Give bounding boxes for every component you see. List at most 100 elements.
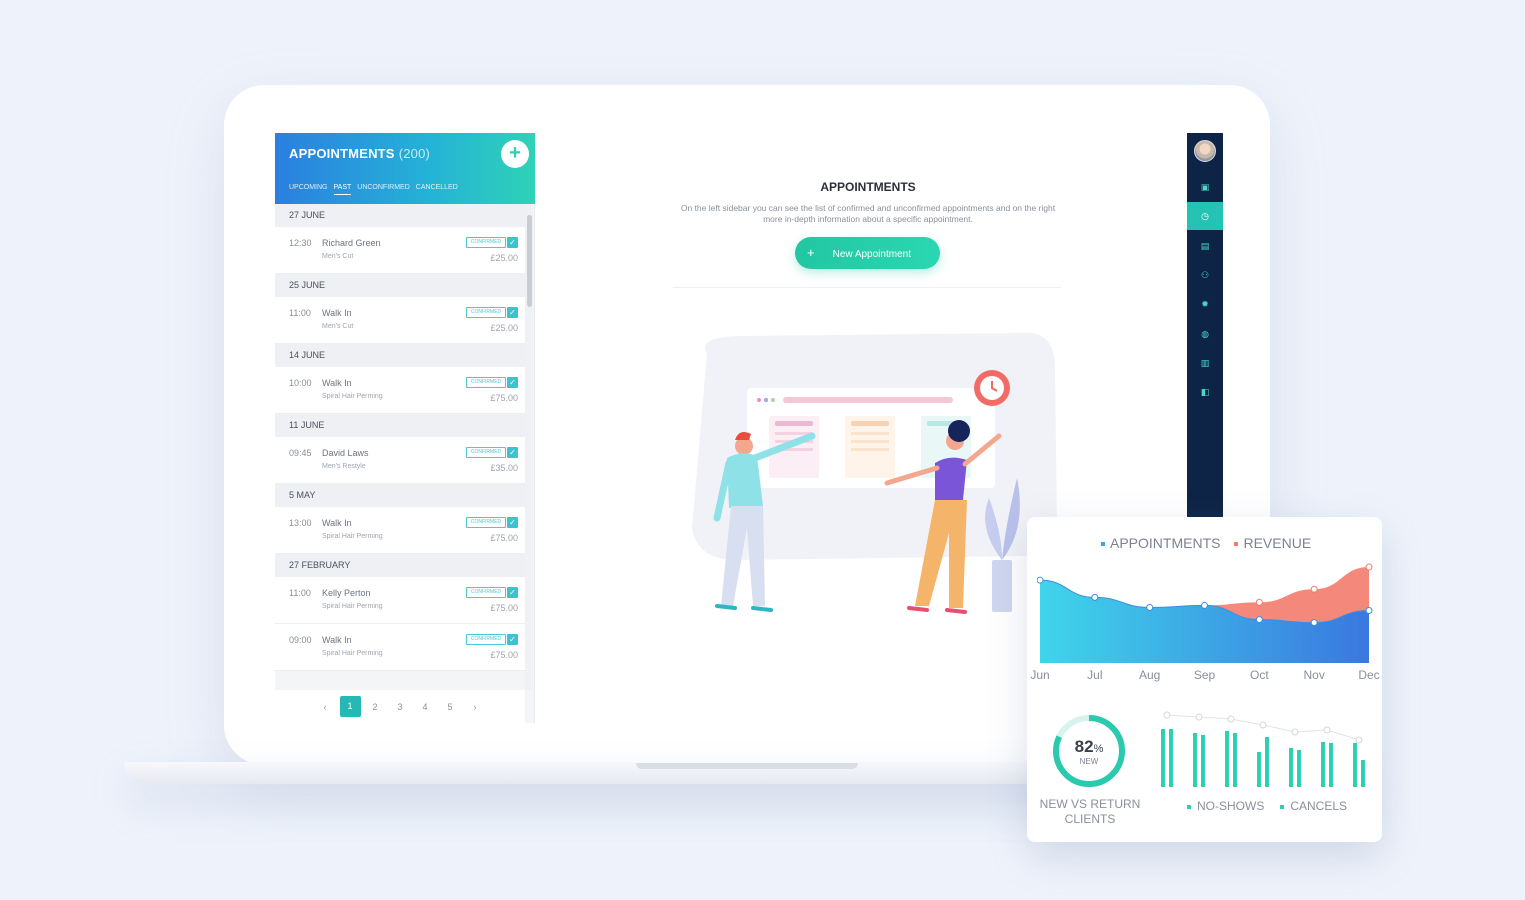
noshows-bar [1161,729,1165,787]
legend-label: REVENUE [1243,535,1312,551]
appointment-time: 11:00 [289,588,311,598]
nav-list-icon[interactable]: ▤ [1187,232,1223,260]
status-badge: CONFIRMED [466,587,506,598]
donut-subtitle: NEW [1079,757,1099,766]
appointment-row[interactable]: 12:30 Richard Green Men's Cut £25.00 CONFIRM… [275,227,525,274]
trend-point [1227,715,1235,723]
legend-dot [1234,542,1239,547]
nav-users-icon[interactable]: ⚇ [1187,261,1223,289]
nav-globe-icon[interactable]: ◍ [1187,320,1223,348]
donut-value: 82% [1074,737,1104,756]
add-appointment-button[interactable]: + [501,140,529,168]
nav-wallet-icon[interactable]: ◧ [1187,378,1223,406]
bar-legend-dot [1187,804,1191,809]
sidebar-header: APPOINTMENTS (200) + UPCOMING PAST UNCONFIR… [275,133,535,204]
appointment-row[interactable]: 11:00 Walk In Men's Cut £25.00 CONFIRMED ✓ [275,297,525,344]
page-5-button[interactable]: 5 [438,702,463,712]
check-icon[interactable]: ✓ [507,377,518,388]
appointments-sidebar: APPOINTMENTS (200) + UPCOMING PAST UNCONFIR… [275,133,535,723]
bar-legend-dot [1280,804,1285,809]
page-number: 5 [447,701,453,712]
revenue-point [1365,563,1373,571]
check-icon[interactable]: ✓ [507,587,518,598]
legend-item: REVENUE [1234,535,1311,551]
legend-label: APPOINTMENTS [1110,535,1221,551]
client-name: Walk In [322,518,352,528]
page-2-button[interactable]: 2 [363,702,388,712]
sidebar-title: APPOINTMENTS (200) [289,146,430,161]
month-tick-label: Jul [1087,668,1103,682]
check-icon[interactable]: ✓ [507,447,518,458]
status-badge: CONFIRMED [466,307,506,318]
tab-past[interactable]: PAST [333,184,352,195]
cancels-bar [1297,750,1301,787]
prev-page-button[interactable]: ‹ [313,702,338,712]
cancels-bar [1201,735,1205,787]
tab-cancelled[interactable]: CANCELLED [416,184,458,195]
legend-dot [1101,542,1105,547]
noshows-bar [1289,748,1293,787]
check-icon[interactable]: ✓ [507,634,518,645]
donut-label: NEW VS RETURN CLIENTS [1039,797,1141,826]
nav-calendar-icon[interactable]: ▣ [1187,173,1223,201]
appointment-tabs: UPCOMING PAST UNCONFIRMED CANCELLED [289,184,458,195]
service-name: Men's Cut [322,253,354,260]
appointment-row[interactable]: 09:45 David Laws Men's Restyle £35.00 CONFIR… [275,437,525,484]
appointment-row[interactable]: 13:00 Walk In Spiral Hair Perming £75.00 CON… [275,507,525,554]
noshows-bar [1353,743,1357,787]
trend-point [1355,736,1363,744]
check-icon[interactable]: ✓ [507,307,518,318]
check-icon[interactable]: ✓ [507,517,518,528]
bar-legend-item: CANCELS [1280,799,1347,813]
page-title: APPOINTMENTS [820,180,916,194]
service-name: Spiral Hair Perming [322,603,383,610]
month-tick-label: Dec [1358,668,1380,682]
tab-upcoming[interactable]: UPCOMING [289,184,328,195]
user-avatar[interactable] [1194,140,1216,162]
sidebar-title-text: APPOINTMENTS [289,146,395,161]
appointment-time: 09:00 [289,635,312,645]
appointment-row[interactable]: 10:00 Walk In Spiral Hair Perming £75.00 CON… [275,367,525,414]
page-4-button[interactable]: 4 [413,702,438,712]
page-1-button[interactable]: 1 [338,696,363,717]
new-appointment-label: New Appointment [832,249,911,260]
bar-legend-item: NO-SHOWS [1187,799,1264,813]
nav-gear-icon[interactable]: ✹ [1187,290,1223,318]
date-group-header: 27 JUNE [275,204,525,227]
tab-unconfirmed[interactable]: UNCONFIRMED [357,184,410,195]
status-badge: CONFIRMED [466,237,506,248]
cancels-bar [1169,729,1173,787]
plus-icon: + [807,245,815,260]
new-appointment-button[interactable]: + New Appointment [795,237,940,269]
next-page-button[interactable]: › [463,702,488,712]
appointment-row[interactable]: 11:00 Kelly Perton Spiral Hair Perming £75.… [275,577,525,624]
nav-chart-icon[interactable]: ▥ [1187,349,1223,377]
date-group-header: 27 FEBRUARY [275,554,525,577]
chart-legend: APPOINTMENTS REVENUE [1101,535,1311,551]
analytics-card: APPOINTMENTS REVENUE Jun Jul Aug Sep Oct Nov De… [1027,517,1382,842]
chart-x-axis: Jun Jul Aug Sep Oct Nov Dec [1027,668,1382,684]
nav-clock-icon[interactable]: ◷ [1187,202,1223,231]
trend-point [1259,721,1267,729]
appointments-point [1201,601,1208,609]
service-name: Men's Restyle [322,463,366,470]
trend-point [1323,726,1331,734]
appointment-row[interactable]: 09:00 Walk In Spiral Hair Perming £75.00 CON… [275,624,525,671]
appointments-illustration-icon [692,333,1057,614]
scrollbar-thumb[interactable] [527,215,532,307]
check-icon[interactable]: ✓ [507,237,518,248]
divider [673,287,1061,288]
page-description: On the left sidebar you can see the list… [680,203,1056,224]
appointment-price: £75.00 [490,393,518,403]
client-name: Richard Green [322,238,381,248]
appointment-time: 10:00 [289,378,312,388]
trend-point [1163,711,1171,719]
appointments-point [1255,616,1263,624]
bar-legend-label: CANCELS [1290,799,1348,813]
trend-point [1195,713,1203,721]
page-number: 3 [397,701,403,712]
appointments-point [1091,593,1099,601]
legend-item: APPOINTMENTS [1101,535,1220,551]
page-3-button[interactable]: 3 [388,702,413,712]
service-name: Spiral Hair Perming [322,533,383,540]
